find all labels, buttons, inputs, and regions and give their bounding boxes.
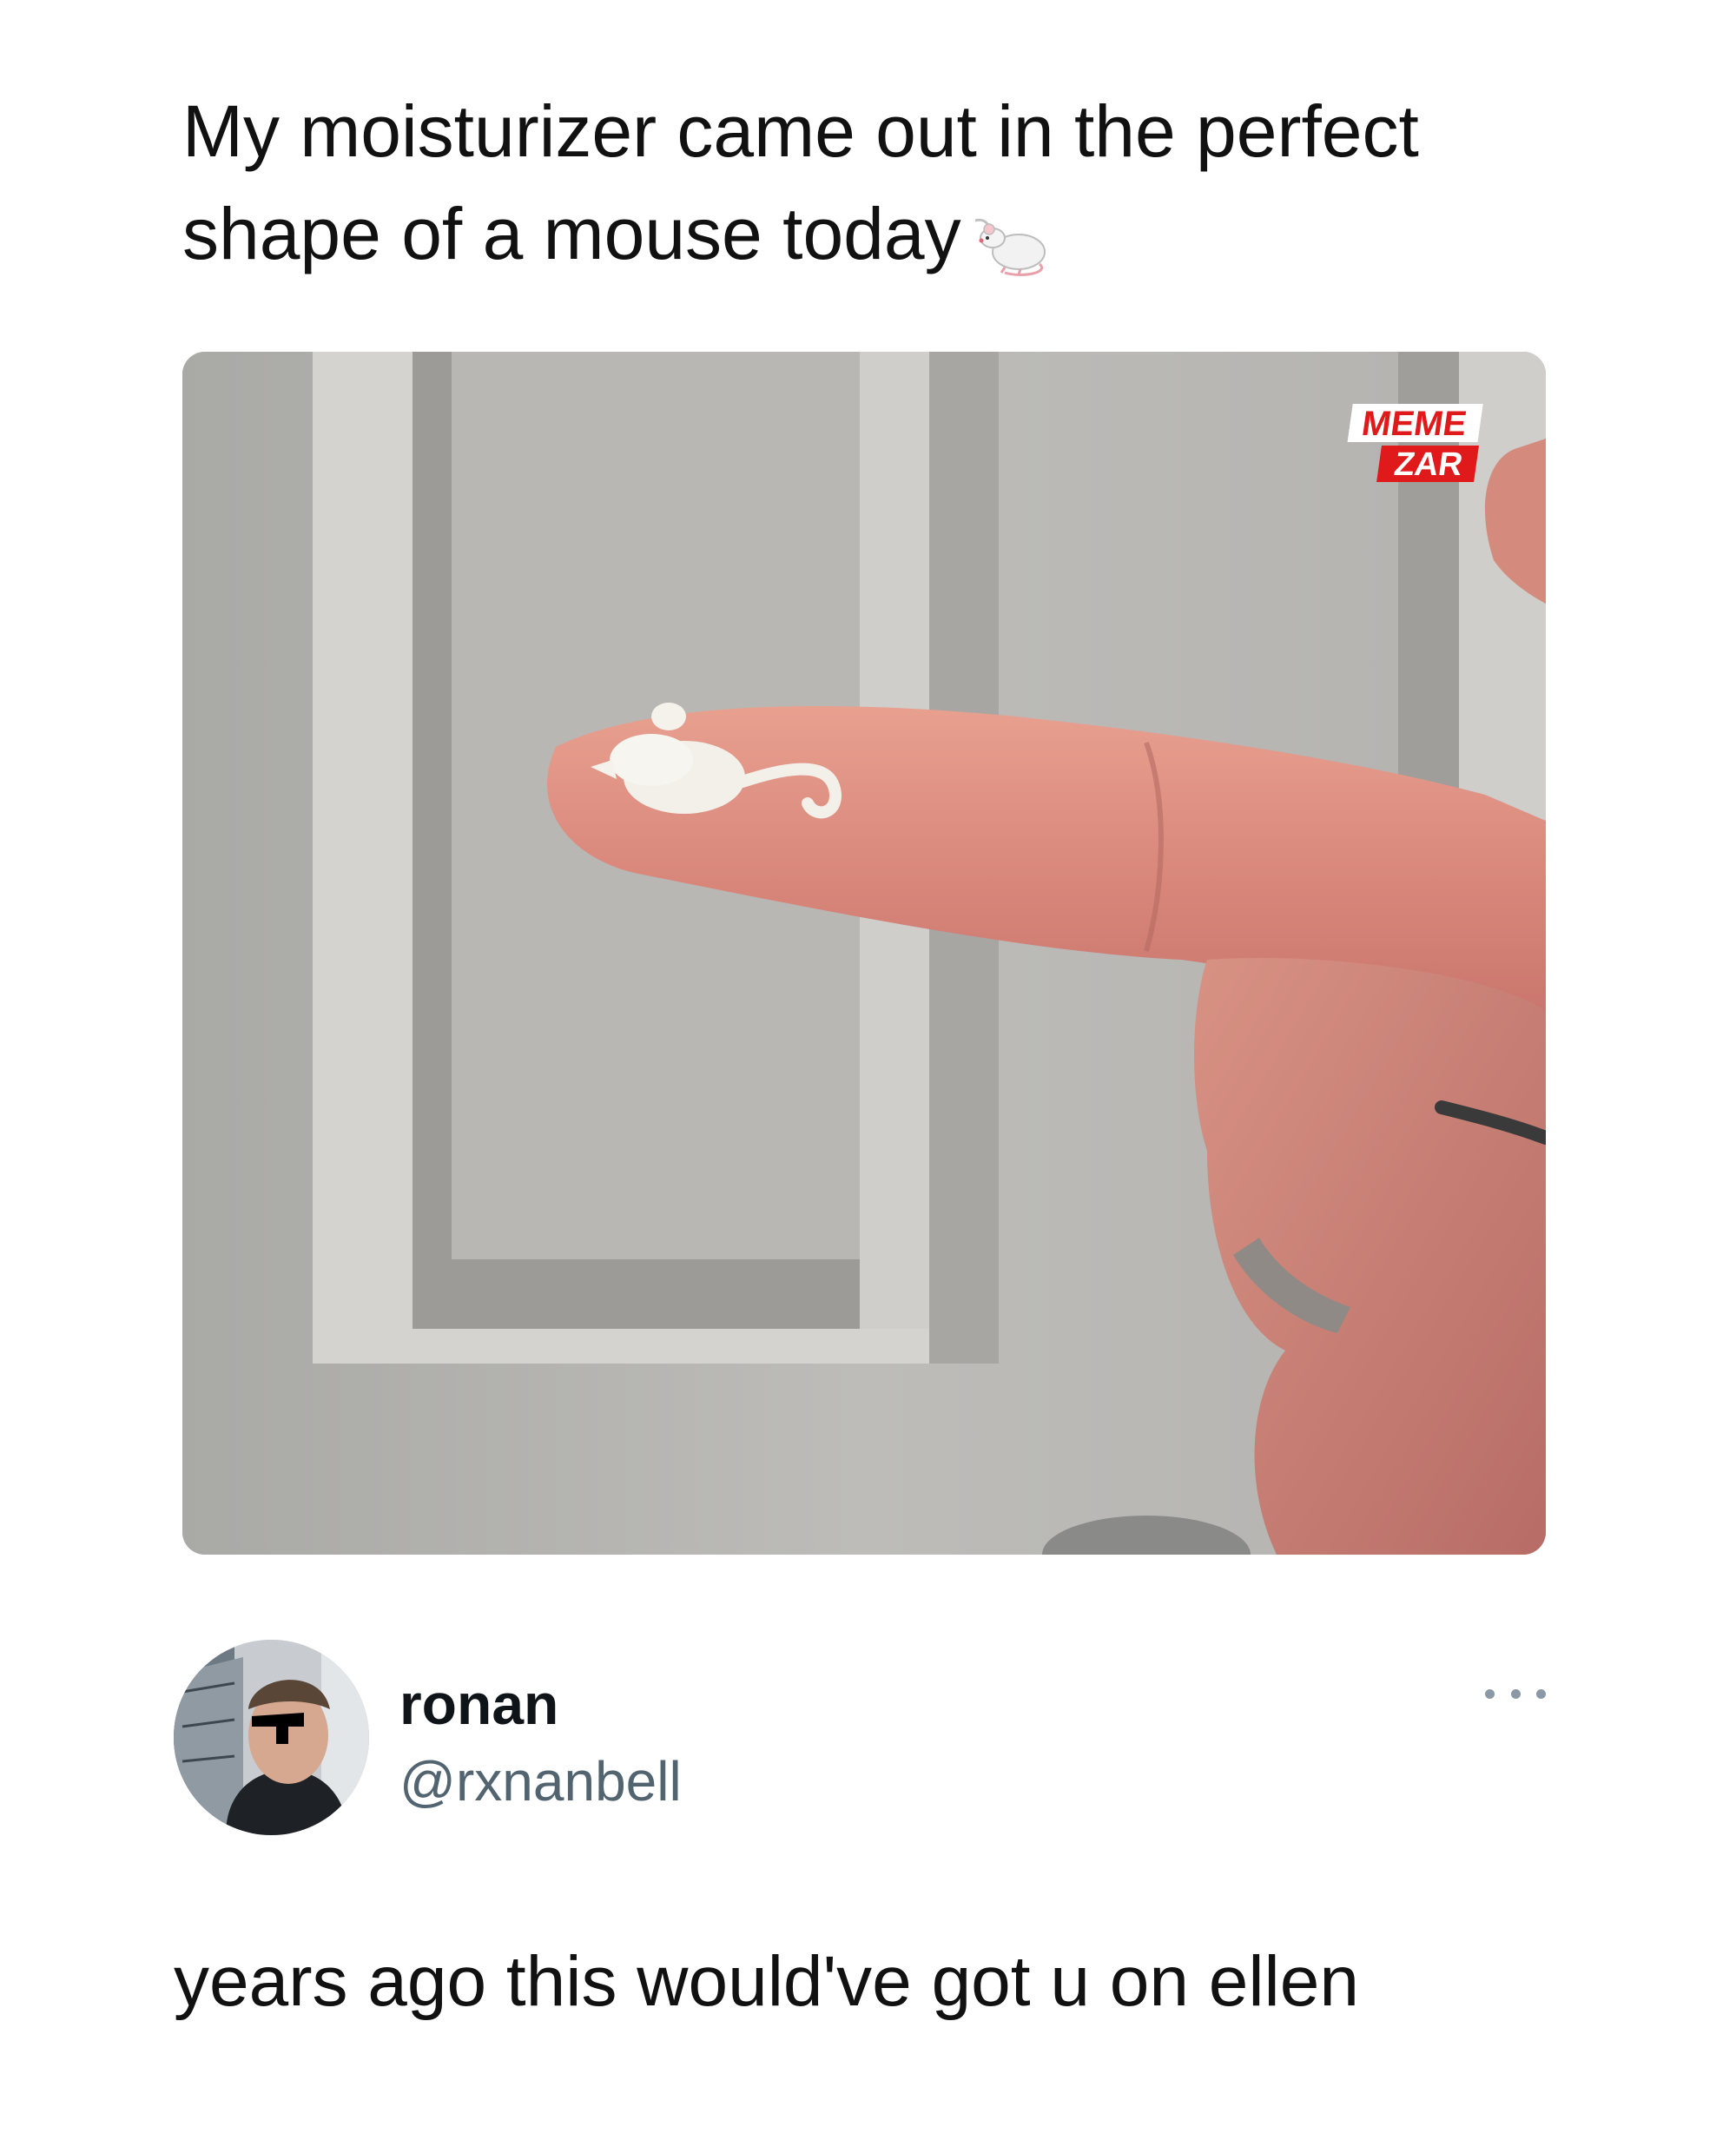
reply-author: ronan @rxnanbell	[174, 1640, 1554, 1839]
photo-finger-icon	[182, 352, 1546, 1555]
author-display-name[interactable]: ronan	[399, 1671, 558, 1737]
reply-text: years ago this would've got u on ellen	[174, 1942, 1359, 2021]
caption-line-1: My moisturizer came out in the perfect	[182, 90, 1419, 172]
ellipsis-dot	[1510, 1688, 1521, 1699]
watermark-line-2: ZAR	[1392, 446, 1465, 483]
avatar[interactable]	[174, 1640, 369, 1835]
watermark-line-1: MEME	[1359, 404, 1469, 443]
post-caption: My moisturizer came out in the perfect s…	[182, 80, 1572, 285]
watermark-logo: MEME ZAR	[1346, 402, 1489, 485]
mouse-icon	[970, 201, 1050, 276]
author-handle[interactable]: @rxnanbell	[399, 1749, 682, 1813]
caption-line-2: shape of a mouse today	[182, 193, 961, 274]
caption-line-2-wrap: shape of a mouse today	[182, 182, 1572, 285]
profile-avatar-icon	[174, 1640, 369, 1835]
ellipsis-icon[interactable]	[1485, 1685, 1546, 1702]
post-photo[interactable]: MEME ZAR	[182, 352, 1546, 1555]
ellipsis-dot	[1536, 1688, 1546, 1699]
ellipsis-dot	[1485, 1688, 1495, 1699]
